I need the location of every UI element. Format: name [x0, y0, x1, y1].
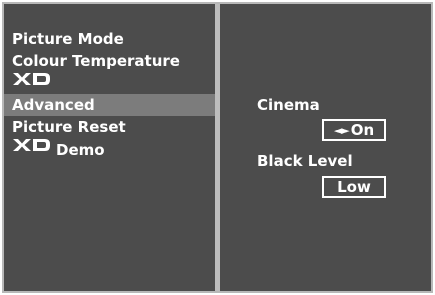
menu-item-advanced[interactable]: Advanced [4, 94, 215, 116]
black-level-label: Black Level [257, 152, 353, 170]
left-right-arrows-icon: ◄► [333, 124, 350, 137]
menu-item-label: Advanced [12, 96, 95, 114]
xd-logo-icon [12, 71, 52, 93]
menu-item-xd-demo[interactable]: Demo [4, 138, 215, 160]
menu-item-label: Picture Reset [12, 118, 126, 136]
osd-menu-frame: Picture Mode Colour Temperature Advanced… [2, 2, 433, 293]
black-level-value: Low [337, 178, 371, 196]
menu-item-label: Colour Temperature [12, 52, 180, 70]
cinema-value-selector[interactable]: ◄► On [322, 119, 386, 141]
black-level-value-selector[interactable]: Low [322, 176, 386, 198]
menu-item-picture-reset[interactable]: Picture Reset [4, 116, 215, 138]
menu-item-label: Demo [56, 140, 105, 159]
advanced-settings-panel: Cinema ◄► On Black Level Low [220, 4, 431, 291]
menu-item-colour-temperature[interactable]: Colour Temperature [4, 50, 215, 72]
cinema-value: On [350, 121, 375, 139]
menu-item-label: Picture Mode [12, 30, 124, 48]
menu-item-xd[interactable] [4, 72, 215, 94]
cinema-label: Cinema [257, 96, 320, 114]
picture-menu-list: Picture Mode Colour Temperature Advanced… [4, 4, 215, 291]
menu-item-picture-mode[interactable]: Picture Mode [4, 28, 215, 50]
xd-logo-icon [12, 137, 52, 159]
